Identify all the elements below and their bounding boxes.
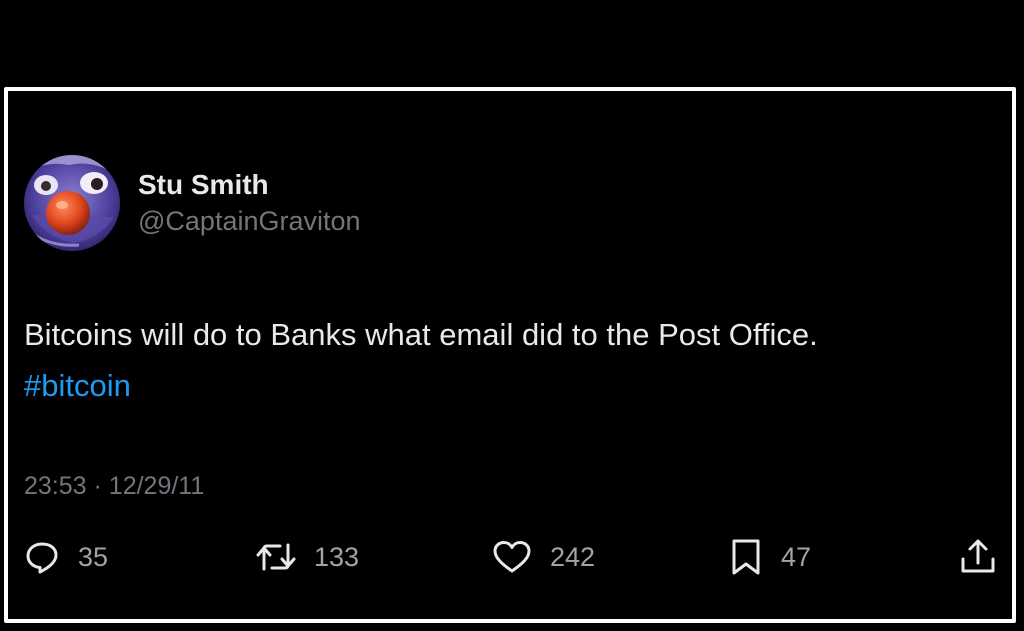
bookmark-count: 47 [781,541,812,572]
retweet-count: 133 [314,541,360,572]
reply-icon [24,539,60,575]
tweet-card: Stu Smith @CaptainGraviton Bitcoins will… [4,87,1016,623]
like-button[interactable]: 242 [492,537,595,577]
share-icon [958,537,998,577]
tweet-date: 12/29/11 [108,472,205,500]
clown-avatar[interactable] [24,155,120,251]
tweet-timestamp[interactable]: 23:53 · 12/29/11 [24,469,204,503]
share-button[interactable] [958,537,998,577]
reply-button[interactable]: 35 [24,537,108,577]
tweet-time: 23:53 [24,472,87,500]
author-display-name[interactable]: Stu Smith [138,167,361,203]
tweet-header: Stu Smith @CaptainGraviton [24,155,361,251]
author-names: Stu Smith @CaptainGraviton [138,167,361,239]
tweet-body: Bitcoins will do to Banks what email did… [24,317,818,352]
tweet-actions: 35 133 242 47 [24,537,1004,577]
meta-separator: · [93,472,102,500]
hashtag-link[interactable]: #bitcoin [24,368,131,403]
author-handle[interactable]: @CaptainGraviton [138,203,361,239]
heart-icon [492,539,532,575]
reply-count: 35 [78,541,109,572]
bookmark-icon [729,537,763,577]
retweet-button[interactable]: 133 [256,537,359,577]
tweet-text: Bitcoins will do to Banks what email did… [24,309,1004,411]
like-count: 242 [550,541,596,572]
retweet-icon [256,539,296,575]
bookmark-button[interactable]: 47 [729,537,811,577]
